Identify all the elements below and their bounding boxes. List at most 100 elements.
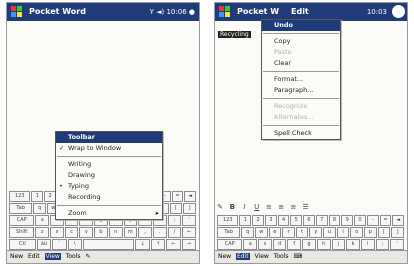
key[interactable]: c — [64, 227, 79, 238]
selected-word[interactable]: Recycling — [218, 31, 251, 38]
key[interactable]: v — [79, 227, 94, 238]
key[interactable]: k — [346, 239, 360, 250]
menu-edit[interactable]: Edit — [28, 253, 40, 260]
start-flag-icon[interactable] — [218, 5, 232, 19]
key[interactable] — [291, 263, 343, 264]
key[interactable]: q — [33, 203, 46, 214]
key[interactable]: ; — [167, 215, 182, 226]
menu-edit[interactable]: Edit — [236, 253, 250, 260]
key[interactable]: = — [171, 191, 184, 202]
key[interactable]: n — [108, 227, 123, 238]
key[interactable]: s — [258, 239, 272, 250]
menu-new[interactable]: New — [10, 253, 23, 260]
menu-view[interactable]: View — [44, 253, 61, 260]
key[interactable]: i — [336, 227, 350, 238]
key[interactable]: 8 — [328, 215, 341, 226]
key[interactable]: l — [360, 239, 375, 250]
key[interactable]: CAP — [217, 239, 243, 250]
align-center-icon[interactable]: ≡ — [276, 203, 286, 211]
key[interactable]: ; — [375, 239, 390, 250]
key[interactable]: → — [181, 239, 197, 250]
key[interactable]: y — [309, 227, 323, 238]
menu-tools[interactable]: Tools — [274, 253, 289, 260]
key[interactable]: Tab — [9, 203, 33, 214]
menu-item[interactable]: Format... — [262, 74, 340, 85]
key[interactable]: , — [138, 227, 152, 238]
menu-new[interactable]: New — [218, 253, 231, 260]
menu-item[interactable]: Paragraph... — [262, 85, 340, 96]
key[interactable]: ← — [166, 239, 181, 250]
key[interactable]: t — [295, 227, 309, 238]
key[interactable]: ` — [260, 263, 274, 264]
key[interactable]: 4 — [277, 215, 290, 226]
menu-item[interactable]: Drawing — [56, 170, 162, 181]
speaker-icon[interactable]: ◄) — [156, 8, 164, 16]
key[interactable]: ↑ — [359, 263, 373, 264]
key[interactable]: \ — [67, 239, 82, 250]
key[interactable]: g — [302, 239, 316, 250]
bullets-icon[interactable]: ☰ — [301, 203, 311, 211]
key[interactable]: b — [94, 227, 108, 238]
key[interactable]: ◄ — [392, 215, 405, 226]
key[interactable]: 2 — [252, 215, 264, 226]
align-left-icon[interactable]: ≡ — [264, 203, 274, 211]
key[interactable]: 3 — [264, 215, 277, 226]
menu-view[interactable]: View — [255, 253, 269, 260]
key[interactable]: p — [364, 227, 377, 238]
key[interactable]: 9 — [341, 215, 354, 226]
key[interactable]: a — [243, 239, 258, 250]
key[interactable]: j — [331, 239, 346, 250]
key[interactable]: / — [167, 227, 182, 238]
key[interactable]: ← — [182, 227, 196, 238]
menu-item[interactable]: Clear — [262, 58, 340, 69]
key[interactable]: h — [316, 239, 331, 250]
key[interactable]: a — [35, 215, 50, 226]
menu-item[interactable]: ✓ Wrap to Window — [56, 143, 162, 154]
key[interactable]: 123 — [9, 191, 31, 202]
key[interactable]: ↓ — [135, 239, 150, 250]
menu-item[interactable]: Recording — [56, 192, 162, 203]
key[interactable]: [ — [377, 227, 391, 238]
key[interactable]: ] — [183, 203, 196, 214]
menu-item[interactable]: • Typing — [56, 181, 162, 192]
key[interactable]: 6 — [303, 215, 315, 226]
key[interactable]: q — [241, 227, 254, 238]
pen-icon[interactable]: ✎ — [85, 253, 90, 260]
menu-tools[interactable]: Tools — [66, 253, 81, 260]
key[interactable]: - — [366, 215, 379, 226]
ok-icon[interactable]: ● — [189, 8, 195, 16]
key[interactable]: áü — [245, 263, 259, 264]
start-flag-icon[interactable] — [10, 5, 24, 19]
key[interactable]: w — [254, 227, 268, 238]
key[interactable] — [82, 239, 135, 250]
key[interactable]: ◄ — [184, 191, 197, 202]
key[interactable]: x — [50, 227, 64, 238]
bold-icon[interactable]: B — [227, 203, 237, 211]
key[interactable]: ' — [390, 239, 404, 250]
key[interactable]: 1 — [31, 191, 44, 202]
key[interactable]: → — [390, 263, 404, 264]
key[interactable]: 0 — [354, 215, 366, 226]
menu-item[interactable]: Copy — [262, 36, 340, 47]
menu-item[interactable]: Undo — [262, 20, 340, 31]
key[interactable]: . — [152, 227, 167, 238]
key[interactable]: u — [323, 227, 336, 238]
menu-item[interactable]: Toolbar — [56, 132, 162, 143]
italic-icon[interactable]: I — [239, 203, 249, 211]
key[interactable]: e — [268, 227, 282, 238]
key[interactable]: \ — [276, 263, 290, 264]
key[interactable]: [ — [169, 203, 183, 214]
key[interactable]: f — [287, 239, 302, 250]
key[interactable]: 7 — [315, 215, 328, 226]
key[interactable]: ] — [391, 227, 404, 238]
key[interactable]: = — [379, 215, 392, 226]
menu-item[interactable]: Zoom ▸ — [56, 208, 162, 219]
menu-item[interactable]: Spell Check — [262, 128, 340, 139]
key[interactable]: ↓ — [343, 263, 357, 264]
key[interactable]: 123 — [217, 215, 239, 226]
key[interactable]: ' — [182, 215, 196, 226]
key[interactable]: m — [123, 227, 138, 238]
key[interactable]: ← — [374, 263, 388, 264]
key[interactable]: z — [35, 227, 50, 238]
key[interactable]: 1 — [239, 215, 252, 226]
